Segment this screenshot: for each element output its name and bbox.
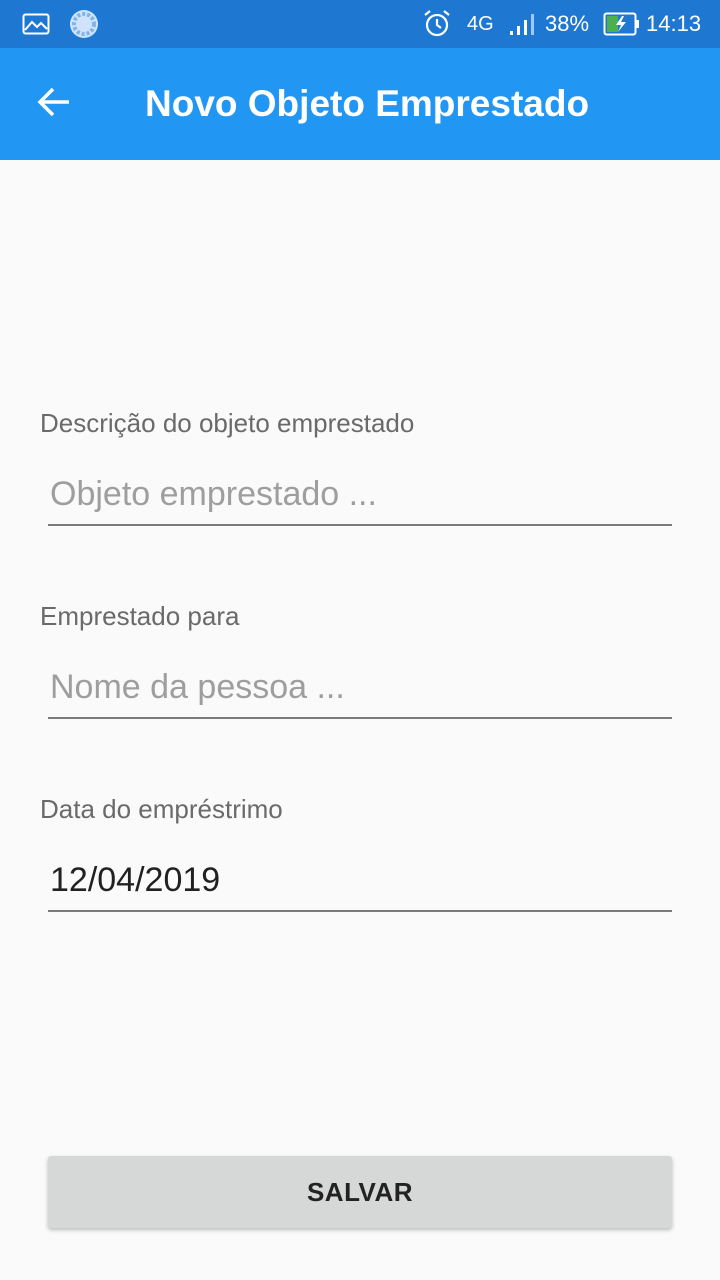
- page-title: Novo Objeto Emprestado: [145, 83, 590, 124]
- alarm-icon: [422, 0, 452, 48]
- back-button[interactable]: [22, 72, 86, 136]
- image-notification-icon: [22, 0, 50, 48]
- arrow-back-icon: [37, 87, 71, 122]
- save-button[interactable]: SALVAR: [48, 1156, 672, 1228]
- battery-percent-label: 38%: [545, 11, 590, 36]
- battery-charging-icon: [603, 0, 641, 48]
- loan-date-label: Data do empréstrimo: [40, 794, 283, 824]
- sync-notification-icon: [68, 0, 100, 48]
- signal-icon: [508, 0, 538, 48]
- clock-label: 14:13: [646, 11, 702, 36]
- app-bar: Novo Objeto Emprestado: [0, 48, 720, 160]
- description-label: Descrição do objeto emprestado: [40, 408, 415, 438]
- loan-date-input[interactable]: [48, 850, 672, 912]
- status-bar: 4G 38% 14:13: [0, 0, 720, 48]
- network-type-label: 4G: [467, 12, 494, 35]
- borrower-input[interactable]: [48, 657, 672, 719]
- description-input[interactable]: [48, 464, 672, 526]
- borrower-label: Emprestado para: [40, 601, 240, 631]
